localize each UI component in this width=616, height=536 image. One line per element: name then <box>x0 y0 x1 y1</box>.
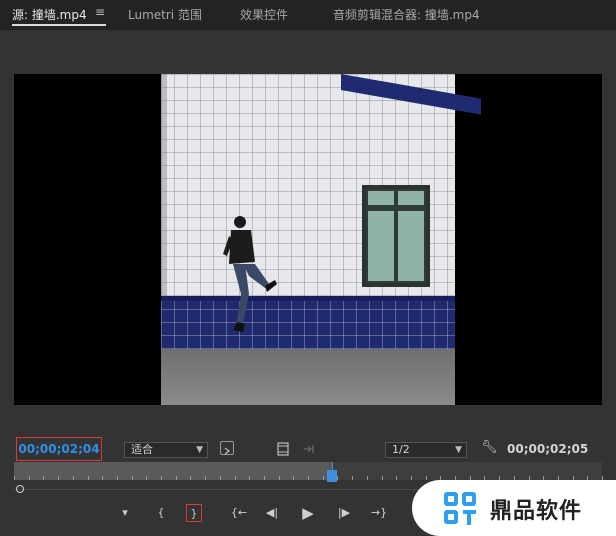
chevron-down-icon: ▼ <box>455 445 462 455</box>
ruler-tick <box>249 476 250 480</box>
step-forward-button[interactable]: |▶ <box>335 504 353 522</box>
play-button[interactable]: ▶ <box>299 504 317 522</box>
tab-lumetri-scopes[interactable]: Lumetri 范围 <box>128 6 202 23</box>
ruler-tick <box>367 476 368 480</box>
mark-out-icon: } <box>190 507 198 520</box>
step-back-button[interactable]: ◀| <box>263 504 281 522</box>
watermark-badge: 鼎品软件 <box>412 480 616 536</box>
panel-menu-icon[interactable]: ≡ <box>95 5 105 19</box>
mark-out-button[interactable]: } <box>186 504 202 522</box>
wall-tile-stripe <box>161 296 455 354</box>
ruler-tick <box>323 476 324 480</box>
ruler-tick <box>190 476 191 480</box>
person-figure <box>223 216 277 332</box>
ruler-tick <box>411 476 412 480</box>
ground <box>161 349 455 405</box>
duration-timecode: 00;00;02;05 <box>507 442 589 456</box>
played-range <box>14 462 332 480</box>
zoom-fit-select[interactable]: 适合 ▼ <box>124 442 208 458</box>
ruler-tick <box>176 476 177 480</box>
go-to-in-icon: {← <box>230 506 248 519</box>
ruler-tick <box>279 476 280 480</box>
tab-source[interactable]: 源: 撞墙.mp4 <box>12 6 87 23</box>
ruler-tick <box>43 476 44 480</box>
ruler-tick <box>235 476 236 480</box>
insert-icon <box>304 445 314 453</box>
current-timecode[interactable]: 00;00;02;04 <box>16 437 102 461</box>
ruler-tick <box>352 476 353 480</box>
film-icon <box>277 442 289 456</box>
active-tab-indicator <box>12 24 106 26</box>
add-marker-button[interactable]: ▾ <box>118 504 132 522</box>
ruler-tick <box>308 476 309 480</box>
play-icon: ▶ <box>302 504 314 522</box>
playback-resolution-value: 1/2 <box>392 443 410 456</box>
settings-toggle-button[interactable] <box>220 441 234 455</box>
ruler-tick <box>205 476 206 480</box>
ruler-tick <box>14 476 15 480</box>
go-to-out-button[interactable]: →} <box>368 504 390 522</box>
marker-icon: ▾ <box>122 506 128 519</box>
zoom-fit-value: 适合 <box>131 443 153 456</box>
step-back-icon: ◀| <box>265 506 279 519</box>
ruler-tick <box>88 476 89 480</box>
ruler-tick <box>132 476 133 480</box>
brand-logo-icon <box>444 492 476 525</box>
ruler-tick <box>29 476 30 480</box>
ruler-tick <box>337 476 338 480</box>
step-forward-icon: |▶ <box>337 506 351 519</box>
ruler-tick <box>220 476 221 480</box>
wall-roof-band <box>341 74 481 115</box>
playback-resolution-select[interactable]: 1/2 ▼ <box>385 442 467 458</box>
go-to-in-button[interactable]: {← <box>228 504 250 522</box>
ruler-tick <box>396 476 397 480</box>
ruler-tick <box>382 476 383 480</box>
video-frame <box>161 74 481 405</box>
export-frame-icon <box>224 447 230 455</box>
in-point-marker[interactable] <box>16 485 24 493</box>
wall-window <box>362 185 430 287</box>
wrench-icon[interactable]: 🔧︎ <box>481 440 498 455</box>
ruler-tick <box>102 476 103 480</box>
ruler-tick <box>73 476 74 480</box>
video-viewer[interactable] <box>14 74 602 405</box>
time-ruler[interactable] <box>14 462 603 480</box>
panel-tab-bar: 源: 撞墙.mp4 ≡ Lumetri 范围 效果控件 音频剪辑混合器: 撞墙.… <box>0 0 616 30</box>
insert-button[interactable] <box>302 441 316 455</box>
ruler-tick <box>264 476 265 480</box>
safe-margins-button[interactable] <box>276 441 290 456</box>
watermark-text: 鼎品软件 <box>490 499 583 524</box>
ruler-tick <box>117 476 118 480</box>
tab-audio-clip-mixer[interactable]: 音频剪辑混合器: 撞墙.mp4 <box>333 6 480 23</box>
mark-in-icon: { <box>157 506 165 519</box>
chevron-down-icon: ▼ <box>196 445 203 455</box>
ruler-tick <box>293 476 294 480</box>
ruler-tick <box>146 476 147 480</box>
ruler-tick <box>58 476 59 480</box>
tab-effect-controls[interactable]: 效果控件 <box>240 6 288 23</box>
ruler-tick <box>426 476 427 480</box>
go-to-out-icon: →} <box>370 506 388 519</box>
mark-in-button[interactable]: { <box>154 504 168 522</box>
playhead-handle[interactable] <box>327 470 337 482</box>
ruler-tick <box>161 476 162 480</box>
